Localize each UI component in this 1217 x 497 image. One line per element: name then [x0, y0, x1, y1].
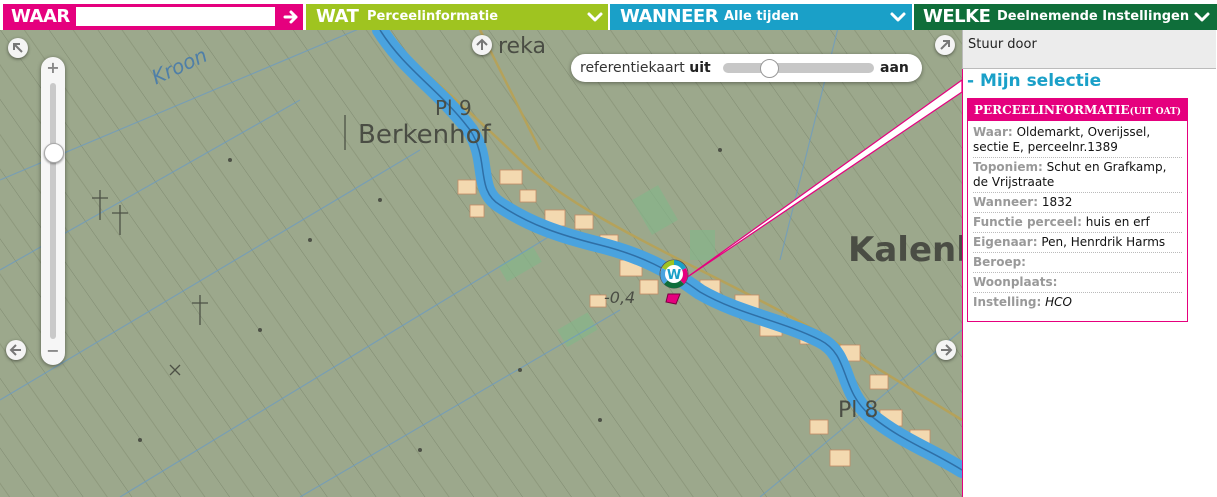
waar-search-input[interactable]: [76, 7, 275, 26]
map-label-reka: reka: [498, 34, 546, 59]
map-label-pl8: Pl 8: [838, 398, 879, 423]
selection-panel: Stuur door - Mijn selectie PERCEELINFORM…: [962, 30, 1217, 497]
historic-map-background: [0, 30, 962, 497]
zoom-out-button[interactable]: −: [41, 341, 65, 360]
reference-map-rail[interactable]: [723, 63, 874, 73]
waar-label: WAAR: [11, 6, 70, 27]
map-marker-icon[interactable]: W: [658, 258, 690, 306]
map-label-berkenhof: Berkenhof: [358, 120, 491, 150]
info-row-functie: Functie perceel: huis en erf: [973, 213, 1182, 233]
parcel-info-card: PERCEELINFORMATIE(UIT OAT) Waar: Oldemar…: [967, 98, 1188, 322]
chevron-down-icon[interactable]: [1193, 8, 1211, 26]
zoom-handle[interactable]: [44, 143, 64, 164]
panel-toolbar: Stuur door: [962, 30, 1216, 69]
panel-divider: [962, 69, 963, 497]
wat-value: Perceelinformatie: [367, 9, 499, 24]
filter-bar: WAAR WAT Perceelinformatie WANNEER Alle …: [0, 0, 1217, 30]
wat-label: WAT: [316, 6, 359, 27]
selection-title[interactable]: - Mijn selectie: [967, 71, 1101, 91]
chevron-down-icon[interactable]: [586, 8, 604, 26]
info-row-waar: Waar: Oldemarkt, Overijssel, sectie E, p…: [973, 123, 1182, 158]
welke-value: Deelnemende Instellingen: [997, 9, 1190, 24]
zoom-rail[interactable]: [50, 83, 56, 339]
marker-letter: W: [667, 268, 681, 283]
info-row-eigenaar: Eigenaar: Pen, Henrdrik Harms: [973, 233, 1182, 253]
pan-arrow-icon[interactable]: [935, 35, 955, 55]
waar-filter: WAAR: [3, 4, 303, 30]
map-view[interactable]: Kroon reka Pl 9 Berkenhof Kalenl Pl 8 -0…: [0, 30, 962, 497]
reference-on-label: aan: [880, 60, 909, 76]
info-row-instelling: Instelling: HCO: [973, 295, 1072, 309]
map-label-pl9: Pl 9: [435, 96, 472, 120]
forward-link[interactable]: Stuur door: [968, 37, 1037, 52]
wanneer-filter[interactable]: WANNEER Alle tijden: [610, 4, 912, 30]
reference-map-label: referentiekaart uit: [580, 60, 711, 76]
pan-arrow-icon[interactable]: [6, 340, 26, 360]
parcel-info-source: (UIT OAT): [1129, 107, 1182, 117]
welke-label: WELKE: [923, 6, 991, 27]
welke-filter[interactable]: WELKE Deelnemende Instellingen: [914, 4, 1217, 30]
zoom-slider[interactable]: + −: [41, 57, 65, 365]
pan-arrow-icon[interactable]: [936, 340, 956, 360]
reference-off-label: uit: [689, 60, 711, 76]
info-row-toponiem: Toponiem: Schut en Grafkamp, de Vrijstra…: [973, 158, 1182, 193]
wanneer-value: Alle tijden: [724, 9, 799, 24]
wanneer-label: WANNEER: [620, 6, 719, 27]
map-label-height: -0,4: [604, 288, 636, 307]
map-label-kalen: Kalenl: [848, 230, 962, 270]
zoom-in-button[interactable]: +: [41, 58, 65, 77]
arrow-right-icon[interactable]: [281, 7, 301, 27]
chevron-down-icon[interactable]: [889, 8, 907, 26]
parcel-info-header: PERCEELINFORMATIE(UIT OAT): [968, 99, 1187, 121]
reference-map-toggle: referentiekaart uit aan: [571, 54, 922, 82]
parcel-info-rows: Waar: Oldemarkt, Overijssel, sectie E, p…: [968, 121, 1187, 312]
info-row-woonplaats: Woonplaats:: [973, 273, 1182, 293]
info-row-wanneer: Wanneer: 1832: [973, 193, 1182, 213]
reference-map-handle[interactable]: [760, 59, 779, 78]
wat-filter[interactable]: WAT Perceelinformatie: [306, 4, 608, 30]
pan-arrow-icon[interactable]: [8, 38, 28, 58]
info-row-beroep: Beroep:: [973, 253, 1182, 273]
pan-arrow-icon[interactable]: [472, 35, 492, 55]
